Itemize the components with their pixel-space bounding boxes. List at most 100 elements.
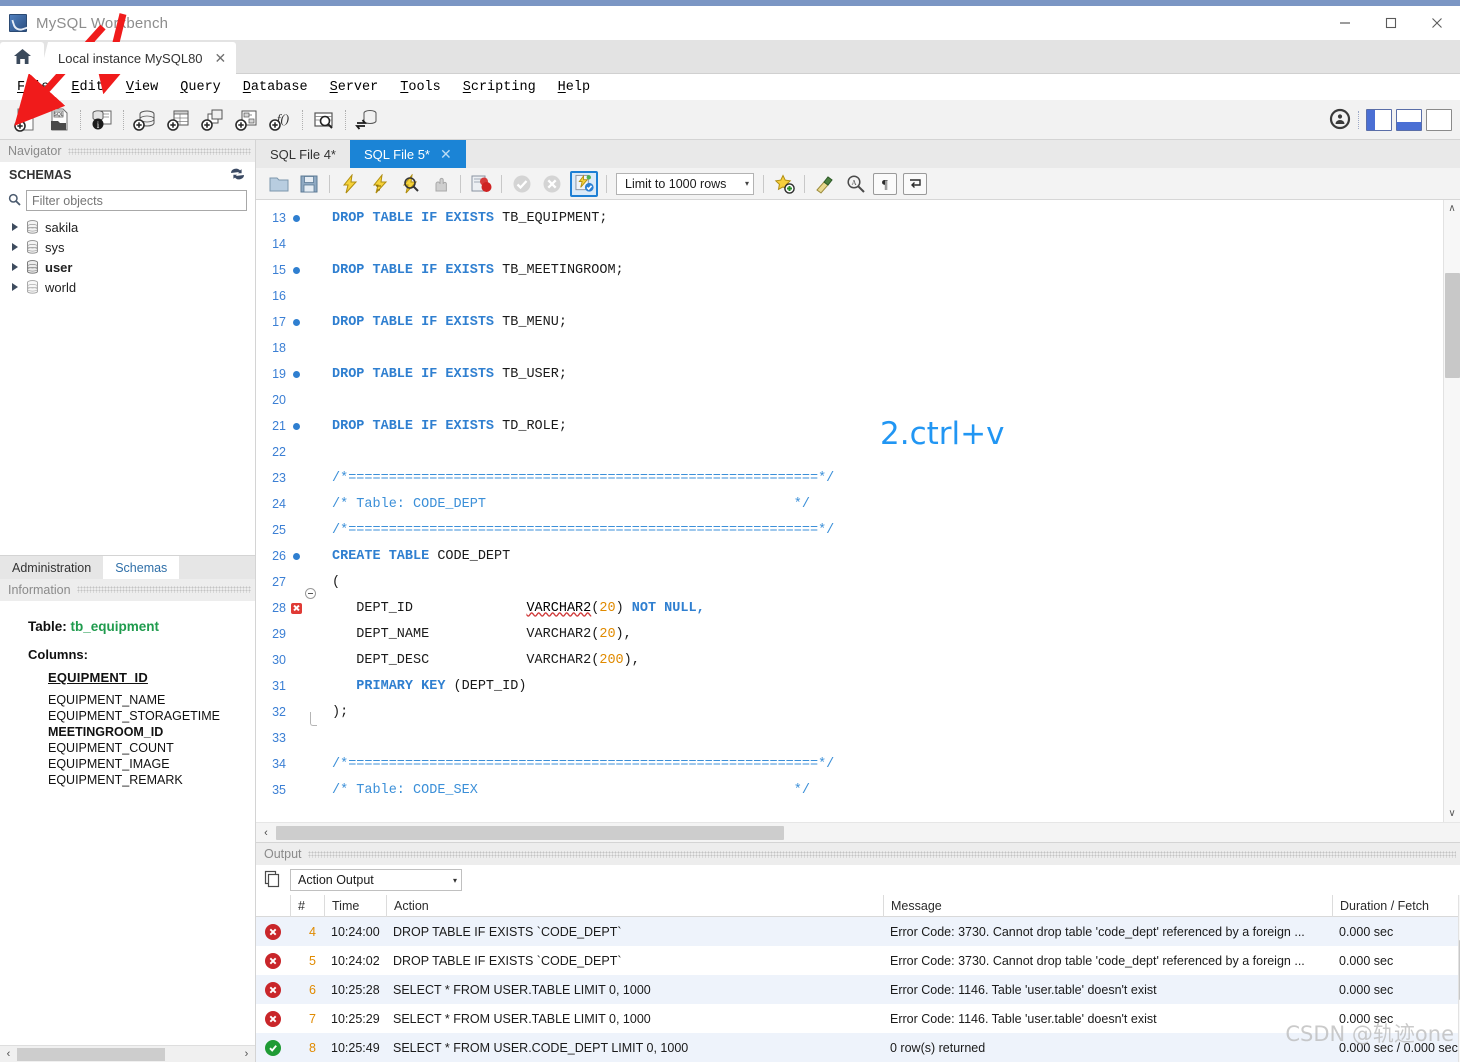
sidebar-horizontal-scrollbar[interactable]: ‹ › bbox=[0, 1045, 255, 1062]
schema-row-user[interactable]: user bbox=[6, 257, 255, 277]
scrollbar-thumb[interactable] bbox=[1445, 273, 1460, 378]
table-row[interactable]: 7 10:25:29 SELECT * FROM USER.TABLE LIMI… bbox=[256, 1004, 1458, 1033]
column-header-message[interactable]: Message bbox=[883, 895, 1332, 917]
open-script-icon[interactable] bbox=[264, 170, 294, 198]
tab-schemas[interactable]: Schemas bbox=[103, 556, 179, 580]
code-line[interactable]: 32); bbox=[256, 699, 1443, 725]
minimize-button[interactable] bbox=[1322, 6, 1368, 40]
limit-rows-select[interactable]: Limit to 1000 rows ▾ bbox=[616, 173, 754, 195]
column-header-action[interactable]: Action bbox=[386, 895, 883, 917]
editor-vertical-scrollbar[interactable]: ∧ ∨ bbox=[1443, 200, 1460, 822]
scroll-down-icon[interactable]: ∨ bbox=[1444, 805, 1460, 822]
chevron-right-icon[interactable] bbox=[10, 242, 20, 252]
rollback-icon[interactable] bbox=[537, 170, 567, 198]
execute-current-statement-icon[interactable] bbox=[365, 170, 395, 198]
home-tab[interactable] bbox=[0, 42, 44, 74]
menu-file[interactable]: File bbox=[6, 80, 60, 95]
code-line[interactable]: 18 bbox=[256, 335, 1443, 361]
menu-view[interactable]: View bbox=[115, 80, 169, 95]
menu-database[interactable]: Database bbox=[232, 80, 319, 95]
new-function-icon[interactable]: f() bbox=[264, 104, 298, 136]
sql-tab-file-4[interactable]: SQL File 4* bbox=[256, 140, 350, 168]
filter-objects-input[interactable] bbox=[26, 190, 247, 211]
new-table-icon[interactable] bbox=[162, 104, 196, 136]
sql-tab-file-5[interactable]: SQL File 5* ✕ bbox=[350, 140, 466, 168]
reconnect-server-icon[interactable] bbox=[350, 104, 384, 136]
code-line[interactable]: 15DROP TABLE IF EXISTS TB_MEETINGROOM; bbox=[256, 257, 1443, 283]
code-line[interactable]: 23/*====================================… bbox=[256, 465, 1443, 491]
beautify-query-icon[interactable] bbox=[810, 170, 840, 198]
toggle-output-layout-icon[interactable] bbox=[1396, 109, 1422, 131]
maximize-button[interactable] bbox=[1368, 6, 1414, 40]
code-line[interactable]: 27( bbox=[256, 569, 1443, 595]
new-stored-procedure-icon[interactable] bbox=[230, 104, 264, 136]
code-line[interactable]: 30 DEPT_DESC VARCHAR2(200), bbox=[256, 647, 1443, 673]
explain-query-icon[interactable] bbox=[395, 170, 425, 198]
scrollbar-track[interactable] bbox=[1444, 217, 1460, 805]
copy-icon[interactable] bbox=[264, 870, 282, 891]
code-line[interactable]: 29 DEPT_NAME VARCHAR2(20), bbox=[256, 621, 1443, 647]
code-line[interactable]: 13DROP TABLE IF EXISTS TB_EQUIPMENT; bbox=[256, 205, 1443, 231]
commit-icon[interactable] bbox=[507, 170, 537, 198]
schema-row-sys[interactable]: sys bbox=[6, 237, 255, 257]
tab-administration[interactable]: Administration bbox=[0, 556, 103, 580]
code-line[interactable]: 20 bbox=[256, 387, 1443, 413]
schema-row-sakila[interactable]: sakila bbox=[6, 217, 255, 237]
open-sql-script-icon[interactable]: SQL bbox=[42, 104, 76, 136]
code-line[interactable]: 22 bbox=[256, 439, 1443, 465]
scrollbar-thumb[interactable] bbox=[17, 1048, 165, 1061]
save-script-icon[interactable] bbox=[294, 170, 324, 198]
toggle-sidebar-layout-icon[interactable] bbox=[1366, 109, 1392, 131]
code-editor[interactable]: 13DROP TABLE IF EXISTS TB_EQUIPMENT;1415… bbox=[256, 200, 1460, 822]
menu-server[interactable]: Server bbox=[319, 80, 390, 95]
stop-execution-icon[interactable] bbox=[425, 170, 455, 198]
refresh-icon[interactable] bbox=[230, 167, 245, 184]
scroll-left-icon[interactable]: ‹ bbox=[0, 1046, 17, 1063]
table-row[interactable]: 8 10:25:49 SELECT * FROM USER.CODE_DEPT … bbox=[256, 1033, 1458, 1062]
table-row[interactable]: 5 10:24:02 DROP TABLE IF EXISTS `CODE_DE… bbox=[256, 946, 1458, 975]
menu-help[interactable]: Help bbox=[547, 80, 601, 95]
new-view-icon[interactable] bbox=[196, 104, 230, 136]
code-line[interactable]: 31 PRIMARY KEY (DEPT_ID) bbox=[256, 673, 1443, 699]
execute-all-icon[interactable] bbox=[335, 170, 365, 198]
code-line[interactable]: 19DROP TABLE IF EXISTS TB_USER; bbox=[256, 361, 1443, 387]
column-header-status[interactable] bbox=[256, 895, 290, 917]
chevron-right-icon[interactable] bbox=[10, 282, 20, 292]
close-icon[interactable]: ✕ bbox=[215, 51, 227, 65]
code-line[interactable]: 35/* Table: CODE_SEX */ bbox=[256, 777, 1443, 803]
column-header-duration[interactable]: Duration / Fetch bbox=[1332, 895, 1458, 917]
connection-tab-local-instance[interactable]: Local instance MySQL80 ✕ bbox=[40, 42, 236, 74]
column-header-time[interactable]: Time bbox=[324, 895, 386, 917]
menu-scripting[interactable]: Scripting bbox=[452, 80, 547, 95]
table-row[interactable]: 4 10:24:00 DROP TABLE IF EXISTS `CODE_DE… bbox=[256, 917, 1458, 946]
code-line[interactable]: 33 bbox=[256, 725, 1443, 751]
menu-edit[interactable]: Edit bbox=[60, 80, 114, 95]
search-data-icon[interactable] bbox=[307, 104, 341, 136]
add-snippet-icon[interactable] bbox=[769, 170, 799, 198]
menu-query[interactable]: Query bbox=[169, 80, 232, 95]
table-row[interactable]: 6 10:25:28 SELECT * FROM USER.TABLE LIMI… bbox=[256, 975, 1458, 1004]
toggle-panel-layout-icon[interactable] bbox=[1426, 109, 1452, 131]
code-text-area[interactable]: 13DROP TABLE IF EXISTS TB_EQUIPMENT;1415… bbox=[256, 200, 1443, 822]
scroll-up-icon[interactable]: ∧ bbox=[1444, 200, 1460, 217]
toggle-secondary-sidebar-icon[interactable] bbox=[1328, 107, 1352, 134]
code-line[interactable]: 25/*====================================… bbox=[256, 517, 1443, 543]
code-line[interactable]: 17DROP TABLE IF EXISTS TB_MENU; bbox=[256, 309, 1443, 335]
code-line[interactable]: 24/* Table: CODE_DEPT */ bbox=[256, 491, 1443, 517]
chevron-down-icon[interactable]: ▾ bbox=[453, 876, 457, 885]
new-schema-icon[interactable] bbox=[128, 104, 162, 136]
column-header-number[interactable]: # bbox=[290, 895, 324, 917]
code-line[interactable]: 34/*====================================… bbox=[256, 751, 1443, 777]
scroll-right-icon[interactable]: › bbox=[238, 1046, 255, 1063]
code-line[interactable]: 14 bbox=[256, 231, 1443, 257]
code-line[interactable]: 28 DEPT_ID VARCHAR2(20) NOT NULL, bbox=[256, 595, 1443, 621]
connection-info-icon[interactable]: i bbox=[85, 104, 119, 136]
close-button[interactable] bbox=[1414, 6, 1460, 40]
output-view-select[interactable]: Action Output ▾ bbox=[290, 869, 462, 891]
toggle-autocommit-icon[interactable] bbox=[570, 171, 598, 197]
toggle-wrapping-icon[interactable] bbox=[903, 173, 927, 195]
new-sql-tab-icon[interactable]: SQL bbox=[8, 104, 42, 136]
toggle-stop-on-error-icon[interactable] bbox=[466, 170, 496, 198]
code-line[interactable]: 21DROP TABLE IF EXISTS TD_ROLE; bbox=[256, 413, 1443, 439]
scroll-left-icon[interactable]: ‹ bbox=[256, 823, 276, 843]
